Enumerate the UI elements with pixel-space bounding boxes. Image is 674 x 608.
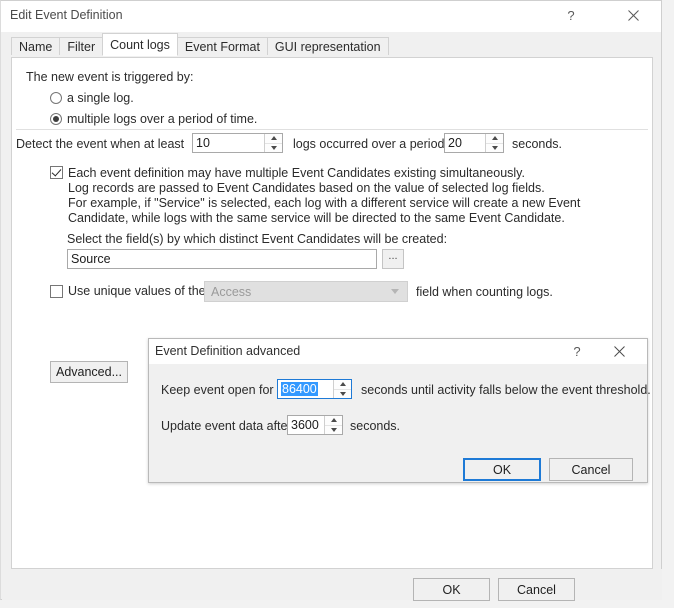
field-select-input[interactable]: Source — [67, 249, 377, 269]
arrow-down-icon — [330, 427, 337, 432]
radio-multiple-logs-label: multiple logs over a period of time. — [67, 112, 258, 126]
modal-close-icon[interactable] — [601, 339, 637, 363]
unique-values-checkbox-row[interactable]: Use unique values of the — [50, 284, 206, 299]
radio-single-log[interactable]: a single log. — [50, 91, 134, 105]
modal-ok-button[interactable]: OK — [463, 458, 541, 481]
count-logs-panel: The new event is triggered by: a single … — [11, 57, 653, 569]
tabstrip: Name Filter Count logs Event Format GUI … — [11, 33, 389, 56]
keep-open-value[interactable]: 86400 — [281, 382, 318, 396]
window-titlebar: Edit Event Definition ? — [1, 1, 661, 32]
detect-count-spin-up[interactable] — [265, 134, 282, 144]
modal-body: Keep event open for 86400 seconds until … — [149, 364, 651, 482]
edit-event-definition-window: Edit Event Definition ? Name Filter Coun… — [0, 0, 662, 601]
unique-values-prefix-label: Use unique values of the — [68, 284, 206, 298]
detect-count-value[interactable]: 10 — [193, 134, 264, 152]
tab-filter[interactable]: Filter — [59, 37, 104, 55]
keep-open-suffix-label: seconds until activity falls below the e… — [361, 383, 651, 397]
window-footer: OK Cancel — [2, 569, 662, 601]
detect-suffix-label: seconds. — [512, 137, 563, 151]
screenshot-root: Edit Event Definition ? Name Filter Coun… — [0, 0, 674, 608]
update-prefix-label: Update event data after — [161, 419, 292, 433]
window-title: Edit Event Definition — [10, 8, 123, 22]
trigger-heading: The new event is triggered by: — [26, 70, 194, 84]
ok-button[interactable]: OK — [413, 578, 490, 601]
update-interval-spin-down[interactable] — [325, 426, 342, 435]
radio-single-log-label: a single log. — [67, 91, 134, 105]
event-candidates-checkbox[interactable] — [50, 166, 63, 179]
keep-open-prefix-label: Keep event open for — [161, 383, 274, 397]
arrow-up-icon — [270, 136, 277, 141]
detect-period-spin-buttons[interactable] — [485, 134, 503, 152]
keep-open-spin-up[interactable] — [334, 380, 351, 390]
chevron-down-icon — [391, 289, 399, 294]
cancel-button[interactable]: Cancel — [498, 578, 575, 601]
field-select-label: Select the field(s) by which distinct Ev… — [67, 232, 448, 246]
close-icon[interactable] — [611, 1, 655, 30]
detect-middle-label: logs occurred over a period of — [293, 137, 459, 151]
unique-values-field-select: Access — [204, 281, 408, 302]
radio-single-log-indicator — [50, 92, 62, 104]
update-interval-spin-up[interactable] — [325, 416, 342, 426]
arrow-up-icon — [339, 382, 346, 387]
tab-event-format[interactable]: Event Format — [176, 37, 268, 55]
keep-open-spin-buttons[interactable] — [333, 380, 351, 398]
unique-values-field-value: Access — [211, 284, 252, 299]
detect-prefix-label: Detect the event when at least — [16, 137, 185, 151]
section-divider — [16, 129, 648, 130]
event-candidates-description: Each event definition may have multiple … — [68, 166, 580, 226]
radio-multiple-logs[interactable]: multiple logs over a period of time. — [50, 112, 257, 126]
detect-period-value[interactable]: 20 — [445, 134, 485, 152]
arrow-down-icon — [270, 145, 277, 150]
detect-count-spinner[interactable]: 10 — [192, 133, 283, 153]
keep-open-value-wrapper[interactable]: 86400 — [278, 380, 333, 398]
detect-count-spin-down[interactable] — [265, 144, 282, 153]
detect-period-spin-up[interactable] — [486, 134, 503, 144]
detect-period-spinner[interactable]: 20 — [444, 133, 504, 153]
help-icon[interactable]: ? — [549, 1, 593, 30]
advanced-button[interactable]: Advanced... — [50, 361, 128, 383]
modal-title: Event Definition advanced — [155, 344, 301, 358]
update-interval-spin-buttons[interactable] — [324, 416, 342, 434]
update-suffix-label: seconds. — [350, 419, 401, 433]
update-interval-value[interactable]: 3600 — [288, 416, 324, 434]
tab-count-logs[interactable]: Count logs — [102, 33, 178, 56]
detect-period-spin-down[interactable] — [486, 144, 503, 153]
tab-gui-representation[interactable]: GUI representation — [266, 37, 389, 55]
modal-cancel-button[interactable]: Cancel — [549, 458, 633, 481]
keep-open-spin-down[interactable] — [334, 390, 351, 399]
arrow-down-icon — [491, 145, 498, 150]
keep-open-spinner[interactable]: 86400 — [277, 379, 352, 399]
event-definition-advanced-dialog: Event Definition advanced ? Keep event o… — [148, 338, 651, 483]
event-candidates-line-4: Candidate, while logs with the same serv… — [68, 211, 565, 225]
event-candidates-line-2: Log records are passed to Event Candidat… — [68, 181, 545, 195]
arrow-down-icon — [339, 391, 346, 396]
event-candidates-line-3: For example, if "Service" is selected, e… — [68, 196, 581, 210]
arrow-up-icon — [491, 136, 498, 141]
event-candidates-line-1: Each event definition may have multiple … — [68, 166, 525, 180]
modal-help-icon[interactable]: ? — [559, 339, 595, 363]
update-interval-spinner[interactable]: 3600 — [287, 415, 343, 435]
field-browse-button[interactable]: ... — [382, 249, 404, 269]
unique-values-checkbox[interactable] — [50, 285, 63, 298]
tab-name[interactable]: Name — [11, 37, 61, 55]
arrow-up-icon — [330, 418, 337, 423]
event-candidates-checkbox-row[interactable]: Each event definition may have multiple … — [50, 166, 580, 226]
modal-titlebar: Event Definition advanced ? — [149, 339, 647, 364]
unique-values-suffix-label: field when counting logs. — [416, 285, 553, 299]
radio-multiple-logs-indicator — [50, 113, 62, 125]
detect-count-spin-buttons[interactable] — [264, 134, 282, 152]
